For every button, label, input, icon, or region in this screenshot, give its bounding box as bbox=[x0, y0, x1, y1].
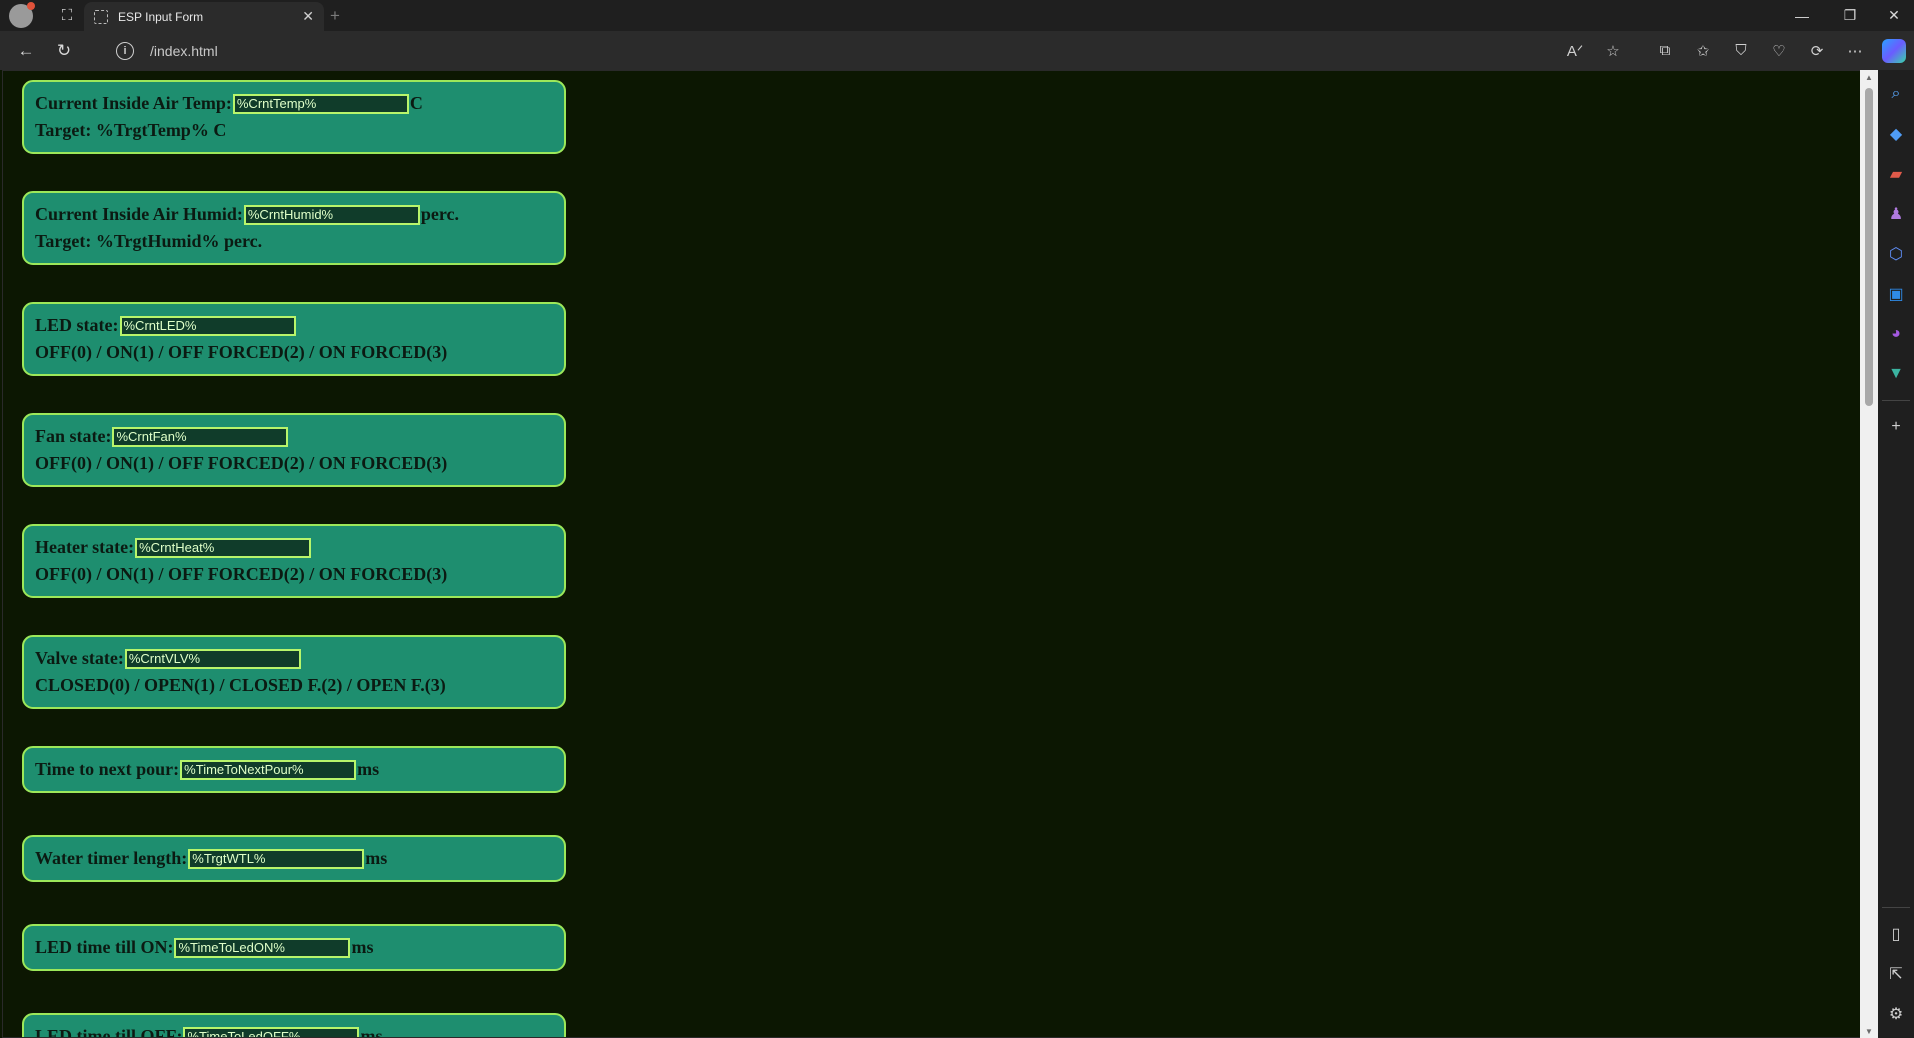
card-line-secondary: CLOSED(0) / OPEN(1) / CLOSED F.(2) / OPE… bbox=[35, 675, 446, 695]
value-input[interactable]: %CrntHeat% bbox=[135, 537, 312, 558]
extensions-heart-icon[interactable]: ♡ bbox=[1760, 35, 1798, 67]
card-line-secondary: OFF(0) / ON(1) / OFF FORCED(2) / ON FORC… bbox=[35, 564, 448, 584]
scrollbar-thumb[interactable] bbox=[1865, 88, 1873, 406]
value-input[interactable]: %CrntLED% bbox=[119, 315, 296, 336]
value-input[interactable]: %CrntVLV% bbox=[124, 648, 301, 669]
read-aloud-icon[interactable]: Aᐟ bbox=[1556, 35, 1594, 67]
page-favicon-icon bbox=[94, 9, 108, 24]
drop-icon[interactable]: ▼ bbox=[1878, 354, 1914, 394]
toolbox-icon[interactable]: ▰ bbox=[1878, 154, 1914, 194]
card-line-primary: Valve state: %CrntVLV% bbox=[35, 645, 553, 672]
sidebar-panel-icon[interactable]: ▯ bbox=[1878, 914, 1914, 954]
office-icon[interactable]: ⬡ bbox=[1878, 234, 1914, 274]
refresh-icon[interactable]: ↻ bbox=[46, 35, 82, 67]
form-card: LED time till OFF: %TimeToLedOFF% ms bbox=[22, 1013, 566, 1038]
card-line-secondary: OFF(0) / ON(1) / OFF FORCED(2) / ON FORC… bbox=[35, 453, 448, 473]
split-screen-icon[interactable]: ⧉ bbox=[1646, 35, 1684, 67]
navigation-bar: ← ↻ i /index.html Aᐟ ☆ ⧉ ✩ ⛉ ♡ ⟳ ⋯ bbox=[0, 31, 1914, 70]
form-card: Current Inside Air Humid: %CrntHumid% perc… bbox=[22, 191, 566, 265]
field-label: Current Inside Air Temp: bbox=[35, 93, 232, 113]
field-label: Time to next pour: bbox=[35, 759, 180, 779]
restore-icon[interactable]: ❐ bbox=[1828, 0, 1872, 31]
field-label: LED time till ON: bbox=[35, 937, 174, 957]
form-card: LED time till ON: %TimeToLedON% ms bbox=[22, 924, 566, 971]
games-icon[interactable]: ♟ bbox=[1878, 194, 1914, 234]
browser-toolbar: Aᐟ ☆ ⧉ ✩ ⛉ ♡ ⟳ ⋯ bbox=[1556, 31, 1914, 70]
field-label: LED time till OFF: bbox=[35, 1026, 183, 1038]
unit-label: ms bbox=[357, 759, 380, 779]
outlook-icon[interactable]: ▣ bbox=[1878, 274, 1914, 314]
card-line-secondary: Target: %TrgtHumid% perc. bbox=[35, 231, 263, 251]
value-input[interactable]: %TimeToLedOFF% bbox=[183, 1026, 360, 1038]
card-line-primary: LED time till ON: %TimeToLedON% ms bbox=[35, 934, 553, 961]
page-viewport: Current Inside Air Temp: %CrntTemp% C Targe… bbox=[0, 70, 1860, 1038]
card-line-secondary: OFF(0) / ON(1) / OFF FORCED(2) / ON FORC… bbox=[35, 342, 448, 362]
sidebar-divider bbox=[1882, 400, 1910, 401]
value-input[interactable]: %TrgtWTL% bbox=[188, 848, 365, 869]
copilot-icon[interactable] bbox=[1882, 38, 1906, 63]
field-label: Current Inside Air Humid: bbox=[35, 204, 243, 224]
scroll-up-icon[interactable]: ▲ bbox=[1864, 73, 1874, 82]
form-card: Fan state: %CrntFan% OFF(0) / ON(1) / OFF … bbox=[22, 413, 566, 487]
card-line-primary: Fan state: %CrntFan% bbox=[35, 423, 553, 450]
card-line-secondary: Target: %TrgtTemp% C bbox=[35, 120, 227, 140]
card-line-primary: Current Inside Air Temp: %CrntTemp% C bbox=[35, 90, 553, 117]
card-line-primary: Time to next pour: %TimeToNextPour% ms bbox=[35, 756, 553, 783]
card-line-primary: Heater state: %CrntHeat% bbox=[35, 534, 553, 561]
add-icon[interactable]: + bbox=[1878, 407, 1914, 447]
search-icon[interactable]: ⌕ bbox=[1878, 74, 1914, 114]
field-label: Heater state: bbox=[35, 537, 135, 557]
field-label: Water timer length: bbox=[35, 848, 188, 868]
browser-essentials-icon[interactable]: ⛉ bbox=[1722, 35, 1760, 67]
profile-avatar[interactable] bbox=[9, 1, 35, 28]
form-card: Water timer length: %TrgtWTL% ms bbox=[22, 835, 566, 882]
address-bar[interactable]: i /index.html bbox=[104, 36, 1574, 65]
card-line-primary: Water timer length: %TrgtWTL% ms bbox=[35, 845, 553, 872]
minimize-icon[interactable]: — bbox=[1780, 0, 1824, 31]
value-input[interactable]: %CrntHumid% bbox=[243, 204, 420, 225]
card-line-primary: Current Inside Air Humid: %CrntHumid% perc… bbox=[35, 201, 553, 228]
unit-label: perc. bbox=[420, 204, 460, 224]
value-input[interactable]: %CrntFan% bbox=[112, 426, 289, 447]
tag-icon[interactable]: ◆ bbox=[1878, 114, 1914, 154]
sidebar-divider-bottom bbox=[1882, 907, 1910, 908]
page-scrollbar[interactable]: ▲ ▼ bbox=[1860, 70, 1878, 1038]
external-link-icon[interactable]: ⇱ bbox=[1878, 954, 1914, 994]
back-arrow-icon[interactable]: ← bbox=[8, 35, 44, 67]
edge-sidebar: ⌕ ◆ ▰ ♟ ⬡ ▣ ◕ ▼ + ▯ ⇱ ⚙ bbox=[1878, 70, 1914, 1038]
workspaces-icon[interactable]: ⛶ bbox=[53, 2, 81, 30]
unit-label: ms bbox=[365, 848, 388, 868]
value-input[interactable]: %CrntTemp% bbox=[232, 93, 409, 114]
form-card: Valve state: %CrntVLV% CLOSED(0) / OPEN(1)… bbox=[22, 635, 566, 709]
settings-gear-icon[interactable]: ⚙ bbox=[1878, 994, 1914, 1034]
field-label: Fan state: bbox=[35, 426, 112, 446]
favorite-star-icon[interactable]: ☆ bbox=[1594, 35, 1632, 67]
field-label: Valve state: bbox=[35, 648, 124, 668]
field-label: LED state: bbox=[35, 315, 119, 335]
tab-close-icon[interactable]: ✕ bbox=[302, 8, 314, 25]
performance-icon[interactable]: ⟳ bbox=[1798, 35, 1836, 67]
form-card: Current Inside Air Temp: %CrntTemp% C Targe… bbox=[22, 80, 566, 154]
form-card: Time to next pour: %TimeToNextPour% ms bbox=[22, 746, 566, 793]
value-input[interactable]: %TimeToNextPour% bbox=[180, 759, 357, 780]
site-info-icon[interactable]: i bbox=[116, 41, 134, 60]
unit-label: ms bbox=[360, 1026, 383, 1038]
form-card: LED state: %CrntLED% OFF(0) / ON(1) / OFF … bbox=[22, 302, 566, 376]
more-menu-icon[interactable]: ⋯ bbox=[1836, 35, 1874, 67]
tab-title: ESP Input Form bbox=[118, 9, 204, 24]
card-line-primary: LED state: %CrntLED% bbox=[35, 312, 553, 339]
close-window-icon[interactable]: ✕ bbox=[1872, 0, 1914, 31]
unit-label: ms bbox=[351, 937, 374, 957]
tab-strip: ⛶ ESP Input Form ✕ + — ❐ ✕ bbox=[0, 0, 1914, 31]
new-tab-icon[interactable]: + bbox=[330, 6, 340, 26]
scroll-down-icon[interactable]: ▼ bbox=[1864, 1027, 1874, 1036]
unit-label: C bbox=[409, 93, 423, 113]
designer-icon[interactable]: ◕ bbox=[1878, 314, 1914, 354]
active-tab[interactable]: ESP Input Form ✕ bbox=[84, 2, 324, 31]
form-card: Heater state: %CrntHeat% OFF(0) / ON(1) / … bbox=[22, 524, 566, 598]
url-text: /index.html bbox=[150, 42, 218, 59]
card-line-primary: LED time till OFF: %TimeToLedOFF% ms bbox=[35, 1023, 553, 1038]
favorites-icon[interactable]: ✩ bbox=[1684, 35, 1722, 67]
value-input[interactable]: %TimeToLedON% bbox=[174, 937, 351, 958]
